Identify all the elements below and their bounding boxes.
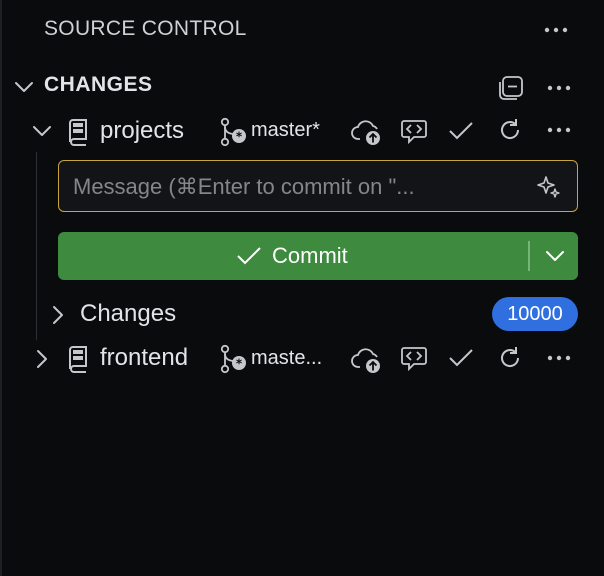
chevron-right-icon[interactable] (32, 346, 52, 372)
button-divider (528, 241, 530, 271)
branch-name[interactable]: maste... (251, 347, 322, 370)
changes-count-badge: 10000 (492, 297, 578, 331)
branch-name[interactable]: master* (251, 119, 320, 142)
chevron-down-icon[interactable] (28, 118, 56, 144)
publish-cloud-icon[interactable] (350, 346, 384, 376)
chevron-down-icon[interactable] (532, 244, 578, 268)
refresh-icon[interactable] (495, 115, 525, 145)
commit-message-box (58, 160, 578, 212)
check-icon (234, 244, 264, 268)
publish-cloud-icon[interactable] (350, 118, 384, 148)
check-icon[interactable] (446, 344, 476, 372)
check-icon[interactable] (446, 117, 476, 145)
repo-icon (66, 116, 92, 148)
refresh-icon[interactable] (495, 343, 525, 373)
repo-more-icon[interactable] (543, 346, 575, 370)
repo-icon (66, 343, 92, 375)
commit-message-input[interactable] (71, 171, 525, 203)
commit-button-group: Commit (58, 232, 578, 280)
branch-icon[interactable]: * (218, 116, 248, 148)
section-more-icon[interactable] (543, 76, 575, 100)
source-control-panel: SOURCE CONTROL CHANGES projects * master… (0, 0, 604, 576)
chevron-down-icon[interactable] (10, 74, 38, 100)
tree-indent-guide (36, 152, 37, 340)
svg-text:*: * (236, 130, 243, 144)
review-comment-icon[interactable] (398, 344, 430, 374)
review-comment-icon[interactable] (398, 117, 430, 147)
section-title: CHANGES (44, 73, 153, 96)
repo-name: frontend (100, 344, 189, 371)
commit-button[interactable]: Commit (58, 232, 528, 280)
commit-label: Commit (272, 243, 348, 268)
panel-title: SOURCE CONTROL (44, 17, 247, 40)
repo-name: projects (100, 117, 185, 144)
chevron-right-icon[interactable] (48, 302, 68, 328)
ellipsis-icon[interactable] (540, 18, 572, 42)
svg-text:*: * (236, 357, 243, 371)
changes-group-label: Changes (80, 300, 177, 327)
branch-icon[interactable]: * (218, 343, 248, 375)
repo-more-icon[interactable] (543, 118, 575, 142)
collapse-all-icon[interactable] (496, 73, 526, 103)
sparkle-icon[interactable] (533, 172, 563, 200)
